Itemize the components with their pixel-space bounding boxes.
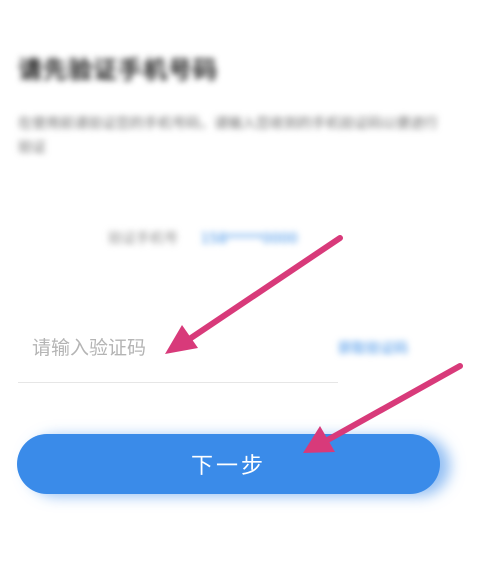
verification-code-input[interactable]	[18, 330, 322, 366]
phone-label: 验证手机号	[108, 231, 178, 247]
resend-code-link[interactable]: 获取验证码	[338, 338, 408, 358]
description-text: 在使用前请验证您的手机号码，请输入您收到的手机验证码以便进行验证	[18, 116, 438, 156]
phone-row: 验证手机号 158*****0000	[108, 228, 298, 248]
next-step-button[interactable]: 下一步	[17, 434, 440, 494]
phone-number-link[interactable]: 158*****0000	[200, 231, 297, 247]
page-title: 请先验证手机号码	[18, 56, 218, 84]
input-underline	[18, 382, 338, 383]
